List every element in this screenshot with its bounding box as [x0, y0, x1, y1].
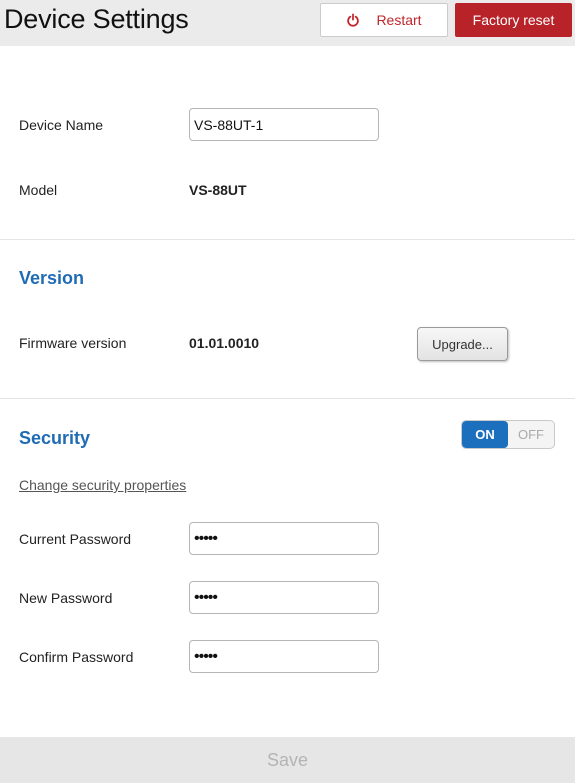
device-name-input[interactable] [189, 108, 379, 141]
restart-button[interactable]: Restart [320, 3, 448, 37]
firmware-version-value: 01.01.0010 [189, 335, 260, 351]
new-password-input[interactable] [189, 581, 379, 614]
page-title: Device Settings [4, 4, 189, 34]
upgrade-button[interactable]: Upgrade... [417, 327, 508, 361]
save-label: Save [266, 749, 309, 770]
settings-panel [0, 46, 575, 737]
confirm-password-label: Confirm Password [19, 649, 134, 665]
device-name-label: Device Name [19, 117, 104, 133]
current-password-label: Current Password [19, 531, 132, 547]
save-button[interactable]: Save [0, 737, 575, 783]
upgrade-label: Upgrade... [432, 336, 493, 352]
toggle-off-option[interactable]: OFF [508, 421, 554, 448]
restart-label: Restart [376, 12, 422, 28]
header-bar: Device Settings Restart Factory reset [0, 0, 575, 46]
security-toggle[interactable]: ON OFF [461, 420, 555, 449]
factory-reset-label: Factory reset [472, 12, 555, 28]
security-section-title: Security [19, 428, 91, 448]
firmware-version-label: Firmware version [19, 335, 127, 351]
section-divider [0, 239, 575, 240]
model-label: Model [19, 182, 58, 198]
current-password-input[interactable] [189, 522, 379, 555]
confirm-password-input[interactable] [189, 640, 379, 673]
new-password-label: New Password [19, 590, 113, 606]
section-divider [0, 398, 575, 399]
model-value: VS-88UT [189, 182, 247, 198]
change-security-properties-link[interactable]: Change security properties [19, 477, 186, 493]
version-section-title: Version [19, 268, 85, 288]
factory-reset-button[interactable]: Factory reset [455, 3, 572, 37]
power-icon [347, 13, 360, 27]
toggle-on-option[interactable]: ON [462, 421, 508, 448]
